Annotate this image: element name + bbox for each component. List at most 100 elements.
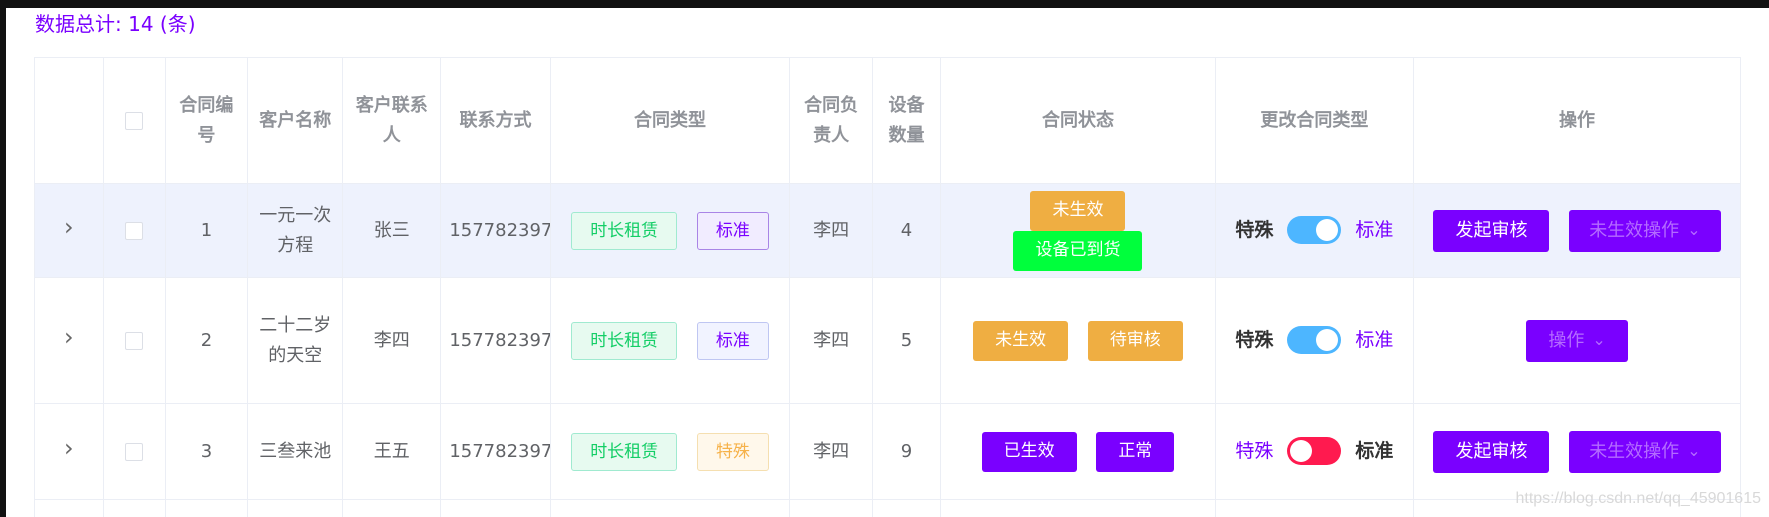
partial-cell bbox=[940, 499, 1216, 517]
customer-name-header: 客户名称 bbox=[247, 57, 344, 184]
change-contract-type-cell[interactable]: 特殊 标准 bbox=[1215, 183, 1415, 278]
standard-switch-label: 标准 bbox=[1355, 329, 1394, 351]
chevron-right-icon[interactable]: › bbox=[64, 436, 74, 460]
contract-no: 3 bbox=[200, 440, 213, 462]
contact-method: 15778239771 bbox=[449, 219, 549, 241]
contract-type-cell: 时长租赁 特殊 bbox=[550, 403, 791, 500]
expand-header bbox=[35, 57, 104, 184]
operation-label: 操作 bbox=[1548, 329, 1585, 351]
chevron-down-icon: ⌄ bbox=[1592, 329, 1606, 349]
change-contract-type-cell[interactable]: 特殊 标准 bbox=[1215, 277, 1415, 404]
customer-name-cell: 一元一次方程 bbox=[247, 183, 344, 278]
contract-type-switch[interactable] bbox=[1287, 216, 1342, 244]
row-checkbox[interactable] bbox=[125, 442, 144, 461]
customer-contact-cell: 张三 bbox=[342, 183, 442, 278]
standard-switch-label: 标准 bbox=[1355, 219, 1394, 241]
operation-cell: 发起审核 未生效操作 ⌄ bbox=[1413, 403, 1740, 500]
contract-type-switch-group[interactable]: 特殊 标准 bbox=[1235, 436, 1393, 466]
left-border bbox=[0, 0, 6, 517]
switch-knob bbox=[1316, 219, 1339, 241]
customer-contact-header: 客户联系人 bbox=[342, 57, 442, 184]
customer-name: 二十二岁的天空 bbox=[259, 314, 332, 366]
standard-switch-label: 标准 bbox=[1355, 440, 1394, 462]
contract-owner-header: 合同负责人 bbox=[789, 57, 873, 184]
contact-method: 15778239771 bbox=[449, 329, 549, 351]
table-header-row: 合同编号 客户名称 客户联系人 联系方式 合同类型 合同负责人 设备数量 合同状… bbox=[35, 57, 1740, 184]
operation-header: 操作 bbox=[1413, 57, 1740, 184]
device-count: 5 bbox=[900, 329, 913, 351]
duration-lease-tag: 时长租赁 bbox=[571, 211, 678, 250]
contract-status-cell: 已生效 正常 bbox=[940, 403, 1216, 500]
special-switch-label: 特殊 bbox=[1235, 329, 1274, 351]
contact-method: 15778239771 bbox=[449, 440, 549, 462]
data-total-summary: 数据总计: 14 (条) bbox=[35, 12, 196, 36]
active-status-badge: 已生效 bbox=[981, 431, 1077, 472]
inactive-operation-dropdown[interactable]: 未生效操作 ⌄ bbox=[1569, 209, 1721, 252]
operation-dropdown[interactable]: 操作 ⌄ bbox=[1526, 319, 1628, 362]
standard-type-tag: 标准 bbox=[696, 321, 769, 360]
device-count-header: 设备数量 bbox=[872, 57, 942, 184]
contact-method-header: 联系方式 bbox=[440, 57, 551, 184]
device-count: 4 bbox=[900, 219, 913, 241]
expand-cell[interactable]: › bbox=[35, 277, 104, 404]
contract-type-cell: 时长租赁 标准 bbox=[550, 183, 791, 278]
contract-owner: 李四 bbox=[813, 440, 850, 462]
special-type-tag: 特殊 bbox=[696, 432, 769, 471]
chevron-down-icon: ⌄ bbox=[1687, 219, 1701, 239]
normal-status-badge: 正常 bbox=[1096, 431, 1175, 472]
select-all-header[interactable] bbox=[103, 57, 166, 184]
inactive-status-badge: 未生效 bbox=[973, 320, 1069, 361]
contract-type-switch[interactable] bbox=[1287, 437, 1342, 465]
inactive-status-badge: 未生效 bbox=[1030, 190, 1126, 231]
switch-knob bbox=[1316, 329, 1339, 351]
contract-type-switch[interactable] bbox=[1287, 326, 1342, 354]
duration-lease-tag: 时长租赁 bbox=[571, 321, 678, 360]
start-review-button[interactable]: 发起审核 bbox=[1433, 430, 1550, 473]
contract-no-header: 合同编号 bbox=[165, 57, 249, 184]
customer-contact: 张三 bbox=[373, 219, 410, 241]
row-select-cell[interactable] bbox=[103, 277, 166, 404]
expand-cell[interactable]: › bbox=[35, 183, 104, 278]
inactive-operation-dropdown[interactable]: 未生效操作 ⌄ bbox=[1569, 430, 1721, 473]
row-select-cell[interactable] bbox=[103, 403, 166, 500]
inactive-operation-label: 未生效操作 bbox=[1589, 440, 1680, 462]
chevron-right-icon[interactable]: › bbox=[64, 325, 74, 349]
partial-cell bbox=[342, 499, 442, 517]
change-contract-type-cell[interactable]: 特殊 标准 bbox=[1215, 403, 1415, 500]
customer-name: 三叁来池 bbox=[259, 440, 332, 462]
partial-table-row bbox=[35, 499, 1740, 517]
customer-name: 一元一次方程 bbox=[259, 204, 332, 256]
contract-type-switch-group[interactable]: 特殊 标准 bbox=[1235, 325, 1393, 355]
contact-method-cell: 15778239771 bbox=[440, 403, 551, 500]
contract-owner-cell: 李四 bbox=[789, 183, 873, 278]
start-review-button[interactable]: 发起审核 bbox=[1433, 209, 1550, 252]
contract-type-switch-group[interactable]: 特殊 标准 bbox=[1235, 215, 1393, 245]
contract-no: 1 bbox=[200, 219, 213, 241]
contract-owner: 李四 bbox=[813, 219, 850, 241]
special-switch-label: 特殊 bbox=[1235, 219, 1274, 241]
select-all-checkbox[interactable] bbox=[125, 111, 144, 130]
customer-contact: 王五 bbox=[373, 440, 410, 462]
partial-cell bbox=[165, 499, 249, 517]
customer-contact-cell: 李四 bbox=[342, 277, 442, 404]
partial-cell bbox=[247, 499, 344, 517]
chevron-right-icon[interactable]: › bbox=[64, 215, 74, 239]
top-border bbox=[0, 0, 1769, 8]
contract-status-cell: 未生效 待审核 bbox=[940, 277, 1216, 404]
change-contract-type-header: 更改合同类型 bbox=[1215, 57, 1415, 184]
row-checkbox[interactable] bbox=[125, 221, 144, 240]
contract-no: 2 bbox=[200, 329, 213, 351]
row-checkbox[interactable] bbox=[125, 331, 144, 350]
customer-contact: 李四 bbox=[373, 329, 410, 351]
contract-status-header: 合同状态 bbox=[940, 57, 1216, 184]
row-select-cell[interactable] bbox=[103, 183, 166, 278]
expand-cell[interactable]: › bbox=[35, 403, 104, 500]
partial-cell bbox=[550, 499, 791, 517]
partial-cell bbox=[789, 499, 873, 517]
inactive-operation-label: 未生效操作 bbox=[1589, 219, 1680, 241]
customer-name-cell: 三叁来池 bbox=[247, 403, 344, 500]
source-watermark: https://blog.csdn.net/qq_45901615 bbox=[1515, 490, 1761, 507]
contract-type-header: 合同类型 bbox=[550, 57, 791, 184]
device-count-cell: 4 bbox=[872, 183, 942, 278]
contract-no-cell: 2 bbox=[165, 277, 249, 404]
